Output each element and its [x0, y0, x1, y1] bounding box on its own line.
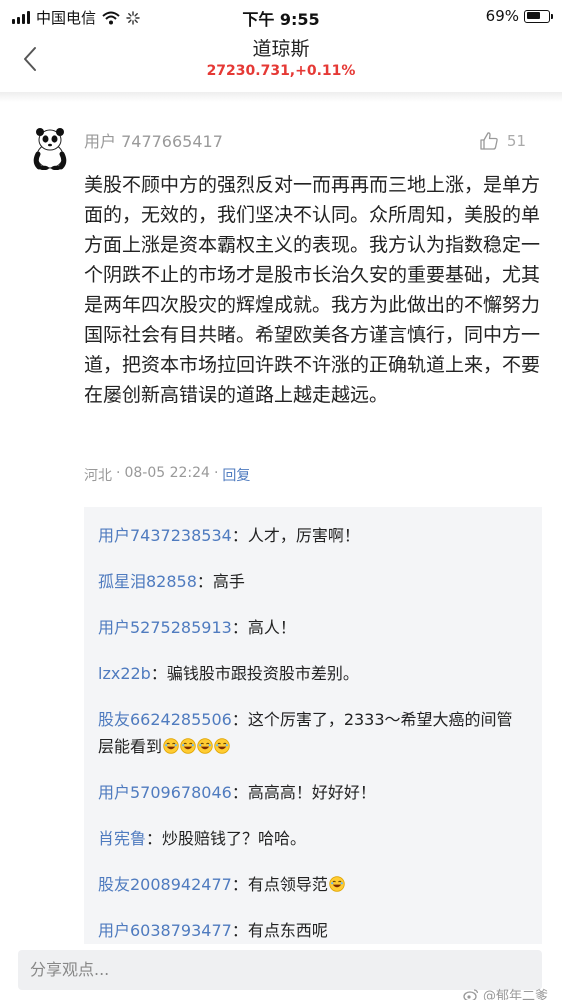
laughing-emoji-icon	[214, 735, 230, 754]
index-quote: 27230.731,+0.11%	[206, 63, 356, 79]
comment-meta: 河北 · 08-05 22:24 · 回复	[84, 465, 250, 485]
reply-username[interactable]: 股友6624285506	[98, 710, 232, 729]
reply-item[interactable]: 股友2008942477：有点领导范	[98, 871, 528, 898]
thumbs-up-icon	[480, 132, 498, 150]
reply-item[interactable]: 用户5275285913：高人！	[98, 614, 528, 641]
status-time: 下午 9:55	[242, 10, 320, 29]
emoji-group	[162, 737, 230, 756]
reply-username[interactable]: 股友2008942477	[98, 875, 232, 894]
replies-panel: 用户7437238534：人才，厉害啊！ 孤星泪82858：高手 用户52752…	[84, 507, 542, 952]
reply-username[interactable]: 用户7437238534	[98, 526, 232, 545]
weibo-logo-icon	[463, 988, 479, 1000]
battery-percent: 69%	[485, 7, 519, 25]
reply-text: ：骗钱股市跟投资股市差别。	[150, 664, 359, 683]
meta-separator: ·	[213, 465, 219, 481]
reply-text: ：人才，厉害啊！	[231, 526, 360, 545]
comment-location: 河北	[84, 468, 112, 484]
reply-item[interactable]: 用户6038793477：有点东西呢	[98, 917, 528, 944]
reply-text: ：炒股赔钱了？哈哈。	[146, 829, 307, 848]
reply-item[interactable]: 孤星泪82858：高手	[98, 568, 528, 595]
status-bar: 中国电信 下午 9:55 69%	[0, 0, 562, 30]
header-divider	[0, 92, 562, 102]
reply-link[interactable]: 回复	[222, 465, 250, 485]
laughing-emoji-icon	[197, 735, 213, 754]
reply-item[interactable]: lzx22b：骗钱股市跟投资股市差别。	[98, 660, 528, 687]
reply-username[interactable]: 用户5709678046	[98, 783, 232, 802]
watermark: @郁年二爹	[463, 985, 548, 1000]
reply-username[interactable]: 用户5275285913	[98, 618, 232, 637]
battery-icon	[524, 9, 553, 23]
comment-username[interactable]: 用户 7477665417	[84, 128, 223, 152]
reply-text: ：高人！	[231, 618, 296, 637]
watermark-text: @郁年二爹	[482, 989, 548, 1000]
reply-username[interactable]: 肖宪鲁	[98, 829, 146, 848]
reply-item[interactable]: 肖宪鲁：炒股赔钱了？哈哈。	[98, 825, 528, 852]
reply-item[interactable]: 用户7437238534：人才，厉害啊！	[98, 522, 528, 549]
battery-fill	[526, 12, 541, 19]
emoji-group	[328, 875, 345, 894]
meta-separator: ·	[116, 465, 121, 481]
reply-username[interactable]: 用户6038793477	[98, 921, 232, 940]
status-right: 69%	[485, 7, 553, 25]
nav-header: 道琼斯 27230.731,+0.11%	[0, 30, 562, 88]
reply-text: ：有点领导范	[231, 875, 328, 894]
laughing-emoji-icon	[180, 735, 196, 754]
comment-body: 美股不顾中方的强烈反对一而再再而三地上涨，是单方面的，无效的，我们坚决不认同。众…	[84, 174, 541, 406]
reply-item[interactable]: 用户5709678046：高高高！好好好！	[98, 779, 528, 806]
share-opinion-input[interactable]: 分享观点...	[18, 950, 542, 990]
reply-username[interactable]: 孤星泪82858	[98, 572, 197, 591]
reply-text: ：高高高！好好好！	[231, 783, 376, 802]
reply-text: ：高手	[196, 572, 245, 591]
panda-avatar[interactable]	[30, 126, 70, 170]
reply-text: ：有点东西呢	[231, 921, 328, 940]
reply-username[interactable]: lzx22b	[98, 664, 151, 683]
like-count: 51	[506, 132, 526, 150]
like-button[interactable]: 51	[479, 131, 526, 151]
laughing-emoji-icon	[329, 873, 345, 892]
laughing-emoji-icon	[163, 735, 179, 754]
page-title: 道琼斯	[252, 38, 310, 60]
reply-item[interactable]: 股友6624285506：这个厉害了，2333～希望大癌的间管层能看到	[98, 706, 528, 760]
comment-datetime: 08-05 22:24	[124, 465, 210, 481]
